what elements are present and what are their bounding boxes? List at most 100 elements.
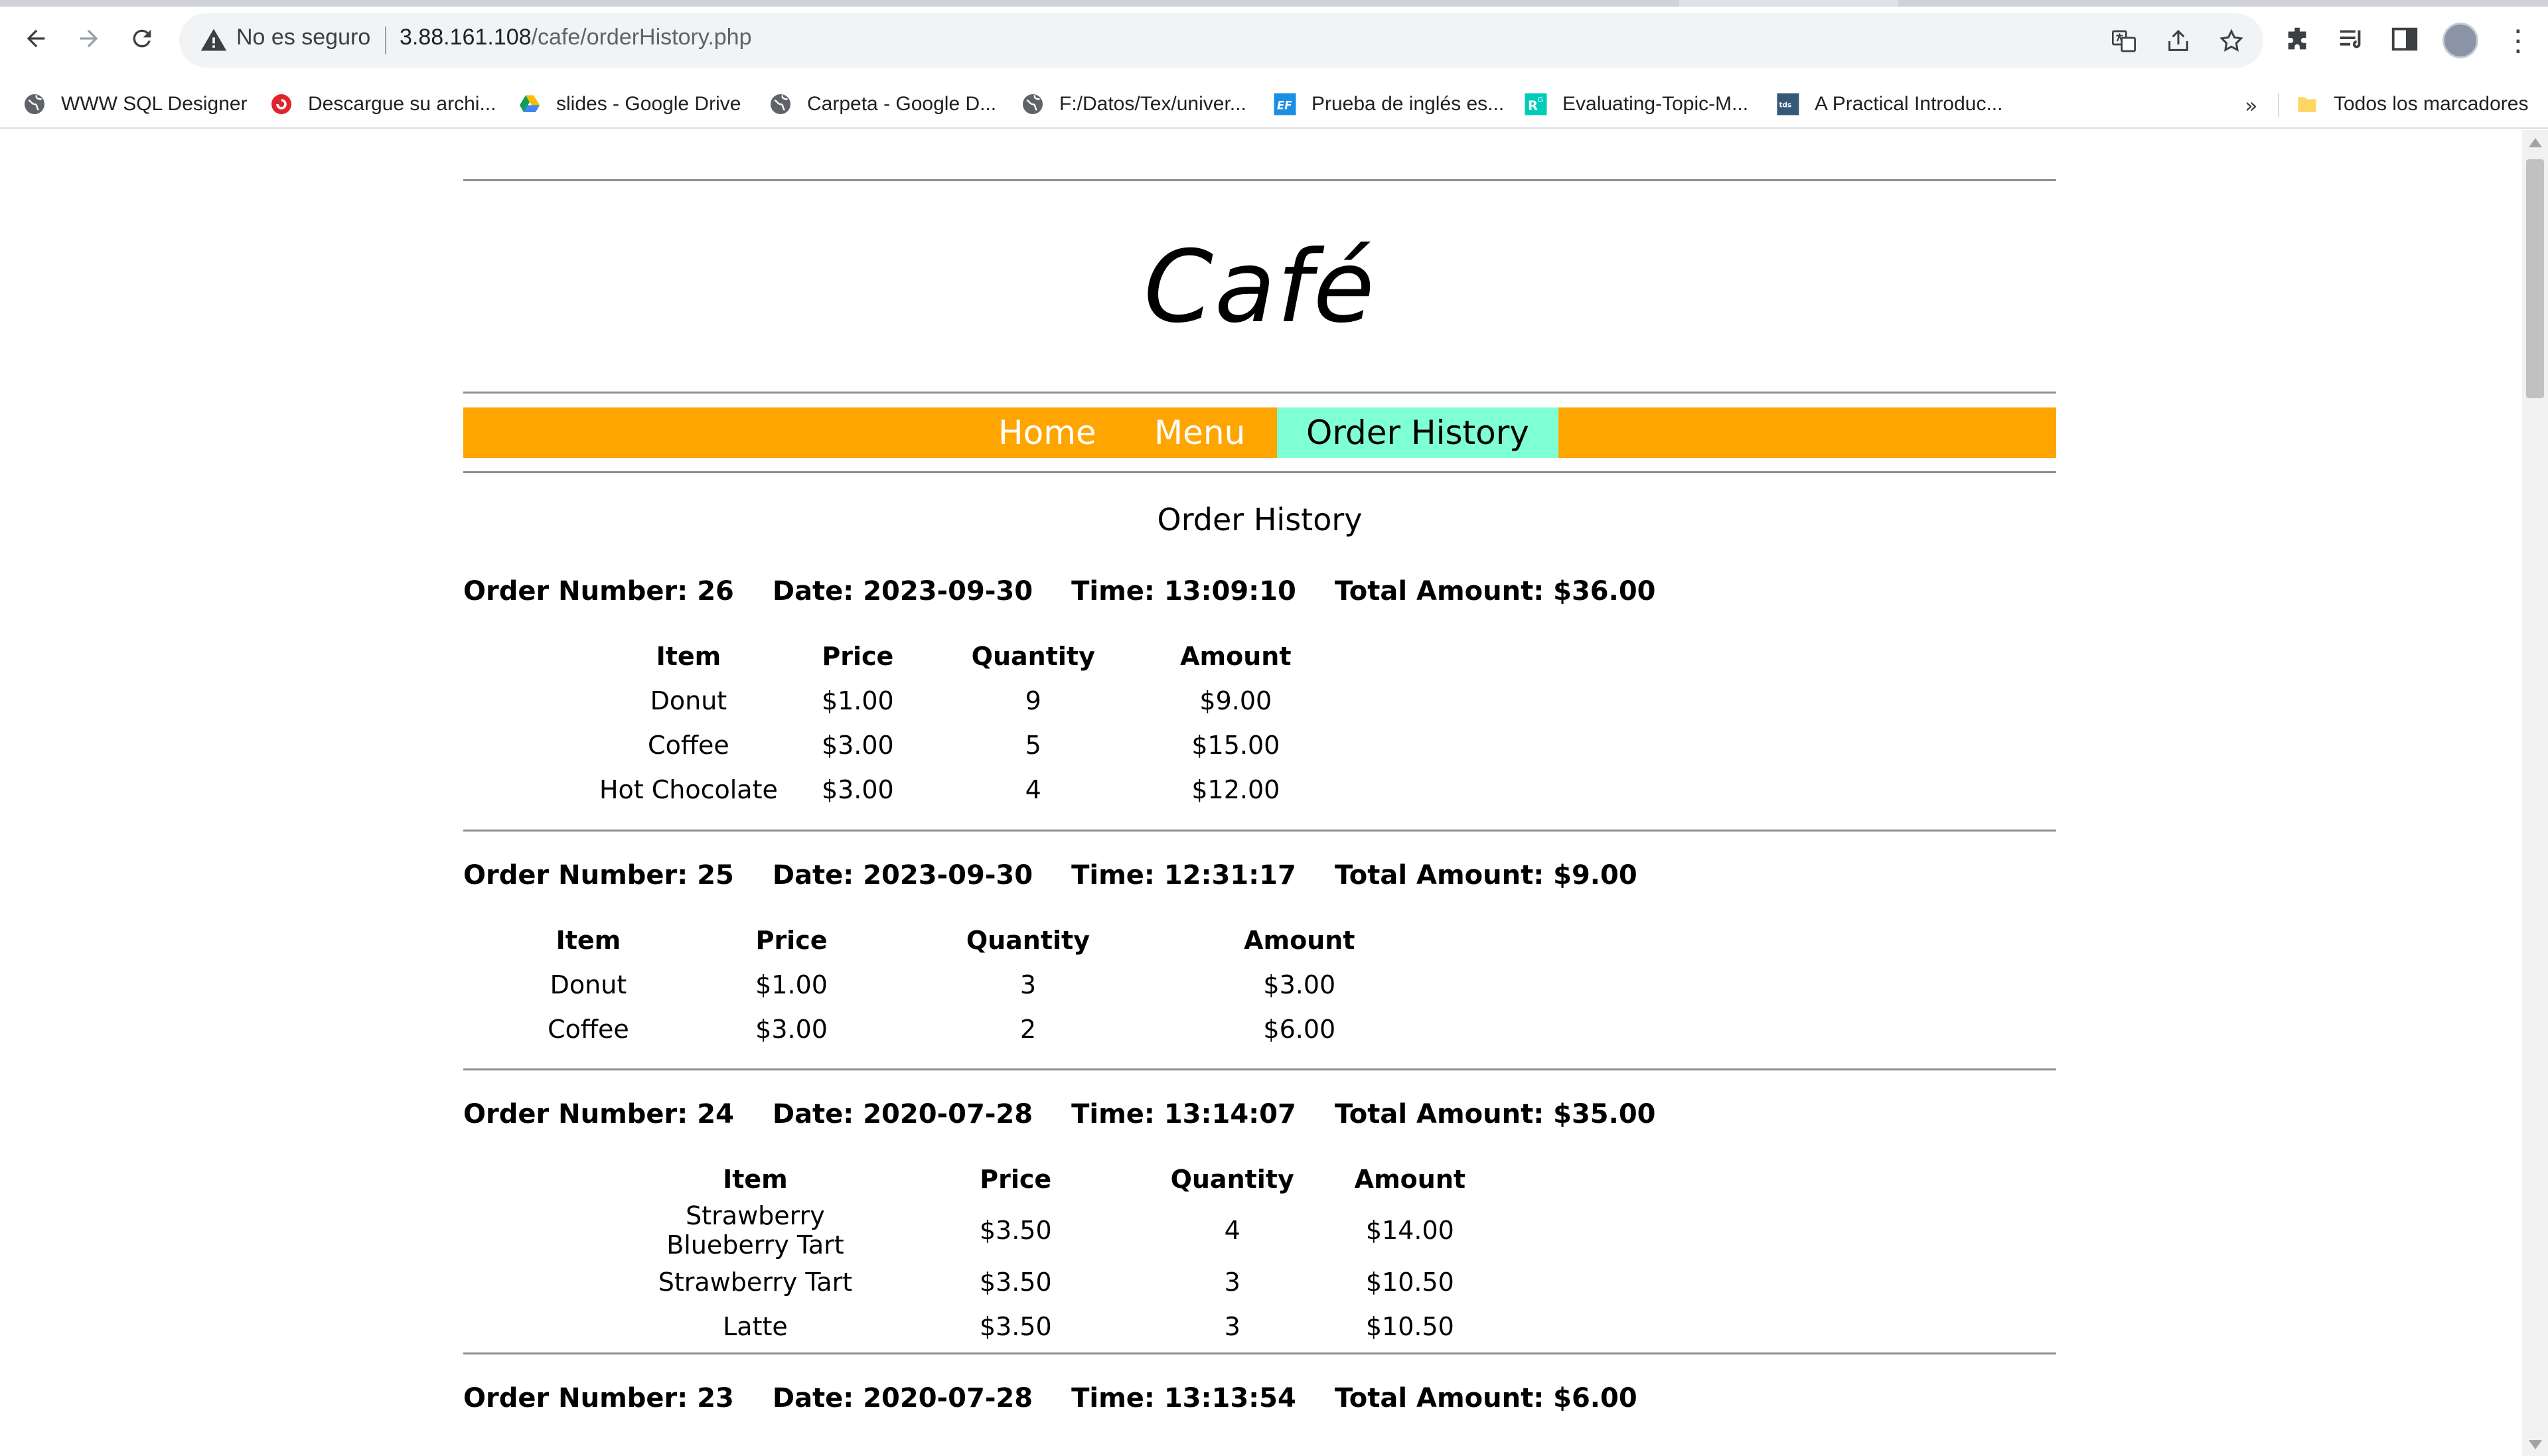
- bookmark-item[interactable]: RG Evaluating-Topic-M...: [1524, 89, 1748, 119]
- order-number: Order Number: 24: [463, 1099, 734, 1129]
- all-bookmarks-label: Todos los marcadores: [2334, 93, 2529, 115]
- ef-icon: EF: [1274, 93, 1296, 115]
- item-cell: Strawberry Blueberry Tart: [666, 1201, 844, 1260]
- bookmarks-overflow-button[interactable]: »: [2245, 93, 2258, 118]
- tab-strip-segment: [1898, 0, 2548, 7]
- url-text[interactable]: 3.88.161.108/cafe/orderHistory.php: [400, 25, 752, 50]
- table-header-row: Item Price Quantity Amount: [596, 634, 1339, 678]
- amount-cell: $15.00: [1191, 730, 1280, 760]
- order-items-table: Item Price Quantity Amount Donut $1.00 3…: [507, 918, 1456, 1051]
- order-date: Date: 2023-09-30: [772, 576, 1033, 607]
- translate-icon[interactable]: [2111, 28, 2137, 54]
- order-header: Order Number: 26 Date: 2023-09-30 Time: 13…: [463, 576, 1694, 607]
- scroll-up-icon[interactable]: [2529, 138, 2542, 147]
- svg-text:R: R: [1528, 98, 1538, 113]
- researchgate-icon: RG: [1525, 93, 1547, 115]
- item-cell: Coffee: [648, 730, 729, 760]
- bookmark-label: slides - Google Drive: [556, 93, 741, 115]
- bookmark-item[interactable]: slides - Google Drive: [518, 89, 741, 119]
- bookmark-label: Descargue su archi...: [308, 93, 496, 115]
- bookmark-label: WWW SQL Designer: [61, 93, 248, 115]
- bookmark-label: Carpeta - Google D...: [807, 93, 997, 115]
- column-header-amount: Amount: [1354, 1165, 1466, 1194]
- price-cell: $3.00: [821, 730, 894, 760]
- bookmark-label: A Practical Introduc...: [1815, 93, 2003, 115]
- table-row: Donut $1.00 3 $3.00: [507, 962, 1456, 1007]
- reading-list-icon[interactable]: [2336, 24, 2367, 54]
- scrollbar-thumb[interactable]: [2526, 159, 2544, 398]
- bookmark-item[interactable]: tds A Practical Introduc...: [1776, 89, 2002, 119]
- bookmark-item[interactable]: Descargue su archi...: [269, 89, 496, 119]
- amount-cell: $14.00: [1365, 1216, 1454, 1245]
- star-icon[interactable]: [2218, 28, 2245, 54]
- address-separator: [385, 27, 386, 54]
- order-time: Time: 13:14:07: [1071, 1099, 1296, 1129]
- price-cell: $3.50: [979, 1267, 1052, 1297]
- divider: [463, 1352, 2056, 1354]
- order-total: Total Amount: $36.00: [1334, 576, 1656, 607]
- profile-avatar[interactable]: [2442, 23, 2478, 58]
- reload-button[interactable]: [123, 20, 161, 57]
- order-items-table: Item Price Quantity Amount Strawberry Bl…: [629, 1157, 1505, 1348]
- divider: [463, 830, 2056, 832]
- page-scrollbar[interactable]: [2522, 130, 2548, 1456]
- item-cell: Strawberry Tart: [658, 1267, 853, 1297]
- quantity-cell: 3: [1224, 1311, 1240, 1341]
- address-bar[interactable]: No es seguro 3.88.161.108/cafe/orderHist…: [179, 13, 2263, 68]
- warning-icon: [200, 29, 227, 51]
- quantity-cell: 2: [1019, 1014, 1036, 1044]
- section-heading: Order History: [1157, 502, 1363, 538]
- quantity-cell: 4: [1224, 1216, 1240, 1245]
- item-cell: Donut: [650, 686, 727, 715]
- order-header: Order Number: 23 Date: 2020-07-28 Time: 13…: [463, 1383, 1676, 1414]
- order-number: Order Number: 23: [463, 1383, 734, 1414]
- nav-home-link[interactable]: Home: [969, 407, 1126, 458]
- bookmarks-separator: [2278, 93, 2279, 117]
- order-header: Order Number: 24 Date: 2020-07-28 Time: 13…: [463, 1099, 1694, 1129]
- security-label[interactable]: No es seguro: [236, 25, 370, 50]
- forward-button[interactable]: [70, 20, 108, 57]
- order-date: Date: 2020-07-28: [772, 1383, 1033, 1414]
- quantity-cell: 5: [1025, 730, 1041, 760]
- svg-text:tds: tds: [1779, 102, 1792, 109]
- order-date: Date: 2023-09-30: [772, 860, 1033, 891]
- bookmark-item[interactable]: EF Prueba de inglés es...: [1273, 89, 1504, 119]
- order-header: Order Number: 25 Date: 2023-09-30 Time: 12…: [463, 860, 1676, 891]
- table-row: Latte $3.50 3 $10.50: [629, 1304, 1505, 1348]
- table-row: Hot Chocolate $3.00 4 $12.00: [596, 767, 1339, 812]
- order-total: Total Amount: $35.00: [1334, 1099, 1656, 1129]
- folder-icon: [2298, 97, 2316, 112]
- amount-cell: $9.00: [1199, 686, 1272, 715]
- divider: [463, 1068, 2056, 1070]
- quantity-cell: 3: [1019, 970, 1036, 999]
- table-row: Donut $1.00 9 $9.00: [596, 678, 1339, 723]
- back-button[interactable]: [17, 20, 54, 57]
- item-cell: Hot Chocolate: [599, 774, 778, 804]
- more-options-icon[interactable]: ⋮: [2504, 24, 2533, 58]
- amount-cell: $10.50: [1365, 1311, 1454, 1341]
- order-total: Total Amount: $6.00: [1334, 1383, 1637, 1414]
- share-icon[interactable]: [2165, 28, 2192, 54]
- extensions-icon[interactable]: [2283, 24, 2314, 54]
- scroll-down-icon[interactable]: [2529, 1440, 2542, 1449]
- nav-order-history-link[interactable]: Order History: [1277, 407, 1558, 458]
- order-total: Total Amount: $9.00: [1334, 860, 1637, 891]
- nav-menu-link[interactable]: Menu: [1125, 407, 1274, 458]
- price-cell: $1.00: [755, 970, 828, 999]
- main-nav: Home Menu Order History: [463, 407, 2056, 458]
- svg-text:EF: EF: [1277, 100, 1292, 112]
- order-time: Time: 12:31:17: [1071, 860, 1296, 891]
- bookmark-item[interactable]: Carpeta - Google D...: [769, 89, 996, 119]
- reload-icon: [133, 29, 151, 48]
- url-path: /cafe/orderHistory.php: [531, 25, 752, 50]
- all-bookmarks-button[interactable]: Todos los marcadores: [2295, 89, 2528, 119]
- column-header-price: Price: [980, 1165, 1052, 1194]
- bookmark-item[interactable]: WWW SQL Designer: [23, 89, 248, 119]
- column-header-item: Item: [656, 642, 721, 671]
- arrow-left-icon: [27, 29, 45, 48]
- order-time: Time: 13:13:54: [1071, 1383, 1296, 1414]
- side-panel-icon[interactable]: [2389, 24, 2420, 54]
- bookmark-item[interactable]: F:/Datos/Tex/univer...: [1021, 89, 1246, 119]
- amount-cell: $3.00: [1263, 970, 1336, 999]
- order-items-table: Item Price Quantity Amount Donut $1.00 9…: [596, 634, 1339, 812]
